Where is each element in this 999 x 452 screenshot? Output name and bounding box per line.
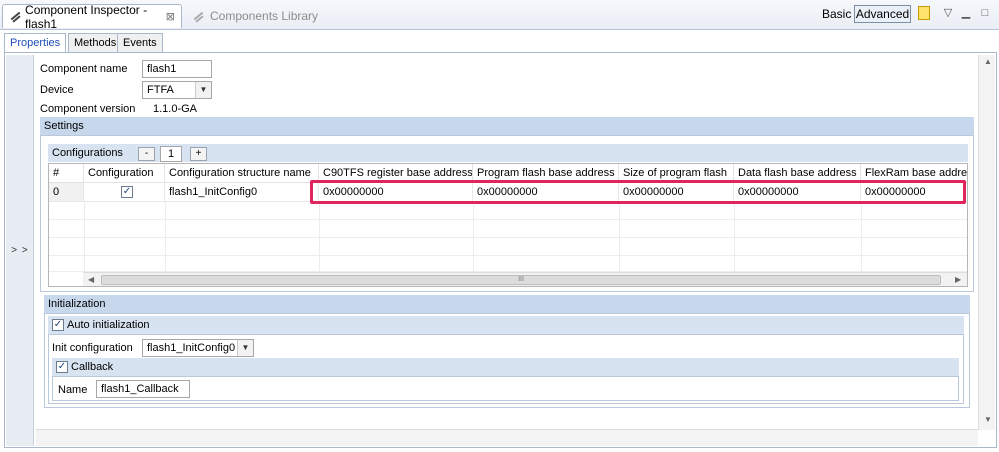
vertical-scrollbar[interactable]: ▲ ▼ xyxy=(978,55,995,430)
callback-name-field[interactable]: flash1_Callback xyxy=(96,380,190,398)
column-header-index[interactable]: # xyxy=(49,164,84,183)
scroll-right-icon[interactable]: ▶ xyxy=(955,275,961,284)
device-select-value: FTFA xyxy=(147,84,174,96)
tab-components-library[interactable]: Components Library xyxy=(186,4,324,28)
scroll-up-icon[interactable]: ▲ xyxy=(984,57,992,66)
minimize-icon[interactable]: ▁ xyxy=(958,5,974,21)
component-name-field[interactable]: flash1 xyxy=(142,60,212,78)
column-header-struct-name[interactable]: Configuration structure name xyxy=(165,164,319,183)
version-value: 1.1.0-GA xyxy=(153,103,198,115)
auto-init-bar xyxy=(48,316,964,334)
tab-components-library-label: Components Library xyxy=(210,9,319,23)
column-header-configuration[interactable]: Configuration xyxy=(84,164,165,183)
close-tab-icon[interactable]: ⊠ xyxy=(166,10,175,23)
callback-label: Callback xyxy=(71,361,114,373)
tab-methods[interactable]: Methods xyxy=(68,33,123,53)
empty-row xyxy=(49,256,967,272)
callback-bar xyxy=(52,358,959,376)
empty-row xyxy=(49,202,967,220)
init-config-select-value: flash1_InitConfig0 xyxy=(147,342,236,354)
tab-component-inspector-label: Component Inspector - flash1 xyxy=(25,2,148,31)
mode-basic-toggle[interactable]: Basic xyxy=(822,7,851,21)
row-configuration-cell[interactable]: ✓ xyxy=(84,183,165,202)
callback-checkbox[interactable]: ✓ xyxy=(56,361,68,373)
add-configuration-button[interactable]: + xyxy=(190,147,207,161)
chevron-down-icon[interactable]: ▼ xyxy=(195,82,211,98)
column-divider xyxy=(165,202,166,272)
initialization-section-header[interactable]: Initialization xyxy=(44,295,970,313)
column-divider xyxy=(861,202,862,272)
column-divider xyxy=(319,202,320,272)
note-icon[interactable] xyxy=(918,6,930,20)
empty-row xyxy=(49,238,967,256)
panel-horizontal-scrollbar[interactable] xyxy=(36,429,978,446)
column-divider xyxy=(84,202,85,272)
table-horizontal-scrollbar[interactable]: ◀ III ▶ xyxy=(83,272,967,286)
mode-advanced-toggle[interactable]: Advanced xyxy=(854,5,911,23)
configurations-header xyxy=(48,144,968,162)
component-name-label: Component name xyxy=(40,63,128,75)
version-label: Component version xyxy=(40,103,136,115)
view-menu-icon[interactable]: ▽ xyxy=(940,5,956,21)
column-divider xyxy=(734,202,735,272)
configurations-label: Configurations xyxy=(52,147,123,159)
chevron-down-icon[interactable]: ▼ xyxy=(237,340,253,356)
tab-component-inspector[interactable]: Component Inspector - flash1 ⊠ xyxy=(2,2,182,31)
auto-init-checkbox[interactable]: ✓ xyxy=(52,319,64,331)
tab-properties[interactable]: Properties xyxy=(4,33,67,53)
tab-events[interactable]: Events xyxy=(117,33,163,53)
empty-row xyxy=(49,220,967,238)
device-label: Device xyxy=(40,84,74,96)
init-config-label: Init configuration xyxy=(52,342,133,354)
column-divider xyxy=(473,202,474,272)
configuration-checkbox[interactable]: ✓ xyxy=(121,186,133,198)
component-inspector-icon xyxy=(9,10,20,23)
scroll-left-icon[interactable]: ◀ xyxy=(88,275,94,284)
expand-arrow-icon[interactable]: > > xyxy=(8,245,32,256)
row-struct-name-cell[interactable]: flash1_InitConfig0 xyxy=(165,183,319,202)
address-row-highlight xyxy=(310,180,966,204)
configuration-count-field[interactable]: 1 xyxy=(160,146,182,162)
auto-init-label: Auto initialization xyxy=(67,319,150,331)
callback-name-label: Name xyxy=(58,384,88,396)
row-index-cell[interactable]: 0 xyxy=(49,183,84,202)
remove-configuration-button[interactable]: - xyxy=(138,147,155,161)
maximize-icon[interactable]: □ xyxy=(977,5,993,21)
column-divider xyxy=(619,202,620,272)
components-library-icon xyxy=(192,10,205,23)
settings-section-header[interactable]: Settings xyxy=(40,117,974,135)
table-scroll-thumb[interactable]: III xyxy=(101,275,941,285)
scroll-down-icon[interactable]: ▼ xyxy=(984,415,992,424)
